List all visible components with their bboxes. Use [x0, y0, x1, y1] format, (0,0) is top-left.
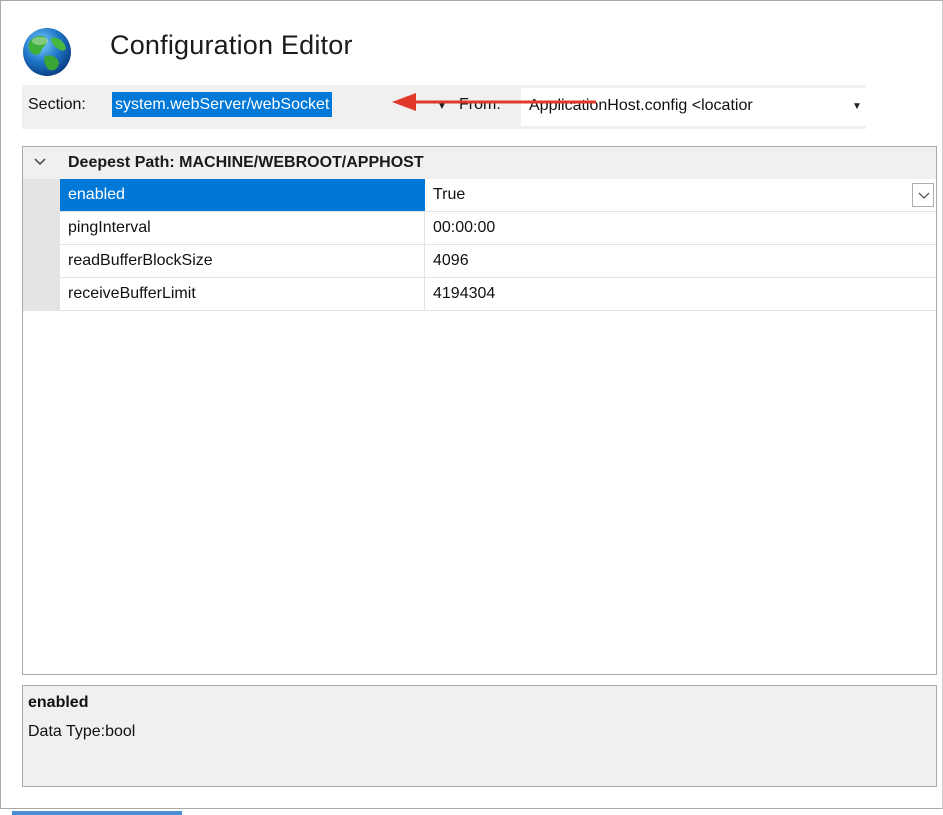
property-name[interactable]: receiveBufferLimit [60, 278, 425, 310]
description-title: enabled [28, 694, 89, 711]
chevron-down-icon[interactable] [34, 157, 46, 167]
section-label: Section: [28, 96, 86, 113]
globe-icon [21, 26, 73, 78]
property-description-panel: enabled Data Type:bool [22, 685, 937, 787]
red-arrow-annotation [392, 93, 596, 111]
property-value-text: True [433, 186, 466, 203]
property-grid: Deepest Path: MACHINE/WEBROOT/APPHOST en… [22, 146, 937, 675]
from-dropdown-arrow-icon[interactable]: ▼ [852, 101, 862, 112]
table-row[interactable]: enabled True [60, 179, 936, 212]
property-value[interactable]: 4096 [425, 245, 936, 277]
group-title: Deepest Path: MACHINE/WEBROOT/APPHOST [68, 154, 424, 171]
chevron-down-icon [918, 192, 930, 199]
table-row[interactable]: receiveBufferLimit 4194304 [60, 278, 936, 311]
value-dropdown-button[interactable] [912, 183, 934, 207]
group-header[interactable]: Deepest Path: MACHINE/WEBROOT/APPHOST [23, 147, 936, 179]
bottom-tab-indicator[interactable] [12, 811, 182, 815]
property-name[interactable]: pingInterval [60, 212, 425, 244]
row-gutter [23, 179, 60, 311]
property-value[interactable]: True [425, 179, 936, 211]
property-value[interactable]: 00:00:00 [425, 212, 936, 244]
property-name[interactable]: enabled [60, 179, 425, 211]
table-row[interactable]: readBufferBlockSize 4096 [60, 245, 936, 278]
property-name[interactable]: readBufferBlockSize [60, 245, 425, 277]
table-row[interactable]: pingInterval 00:00:00 [60, 212, 936, 245]
section-value[interactable]: system.webServer/webSocket [112, 92, 333, 117]
page-title: Configuration Editor [110, 30, 353, 60]
property-value[interactable]: 4194304 [425, 278, 936, 310]
description-text: Data Type:bool [28, 723, 136, 740]
